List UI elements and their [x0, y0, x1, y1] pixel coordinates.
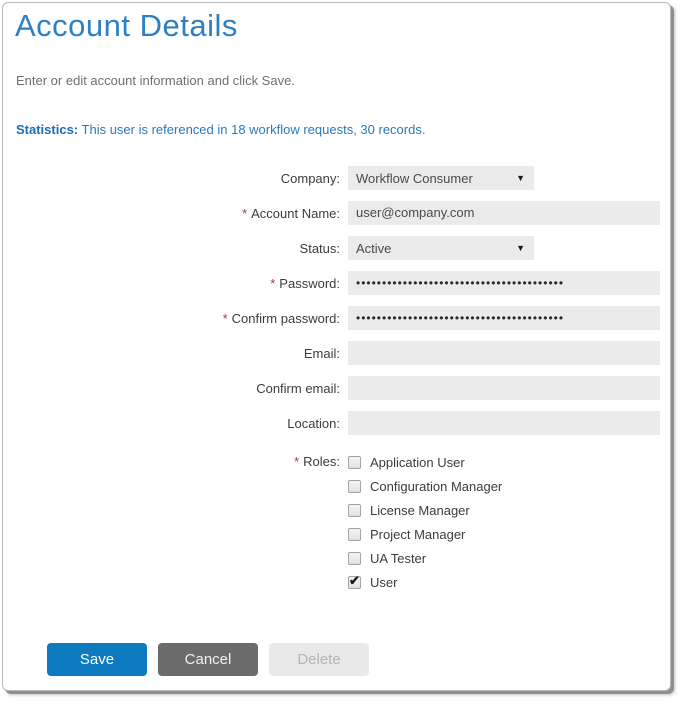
- form-row-roles: *Roles: ✔ Application User ✔ Configurati…: [3, 450, 670, 594]
- delete-button[interactable]: Delete: [269, 643, 369, 676]
- project-manager-checkbox[interactable]: ✔: [348, 528, 361, 541]
- form-row-location: Location:: [3, 411, 670, 435]
- confirm-password-label: *Confirm password:: [3, 311, 340, 326]
- company-select[interactable]: Workflow Consumer ▼: [348, 166, 534, 190]
- role-label: User: [370, 575, 397, 590]
- status-label: Status:: [3, 241, 340, 256]
- password-label: *Password:: [3, 276, 340, 291]
- roles-label: *Roles:: [3, 450, 340, 474]
- statistics-label: Statistics:: [16, 122, 78, 137]
- location-label: Location:: [3, 416, 340, 431]
- page-title: Account Details: [15, 8, 238, 44]
- dropdown-arrow-icon: ▼: [516, 243, 525, 253]
- form-row-password: *Password:: [3, 271, 670, 295]
- configuration-manager-checkbox[interactable]: ✔: [348, 480, 361, 493]
- role-label: Project Manager: [370, 527, 465, 542]
- confirm-email-label: Confirm email:: [3, 381, 340, 396]
- location-input[interactable]: [348, 411, 660, 435]
- roles-list: ✔ Application User ✔ Configuration Manag…: [348, 450, 502, 594]
- email-input[interactable]: [348, 341, 660, 365]
- status-select-value: Active: [356, 241, 391, 256]
- form-row-status: Status: Active ▼: [3, 236, 670, 260]
- dropdown-arrow-icon: ▼: [516, 173, 525, 183]
- user-checkbox[interactable]: ✔: [348, 576, 361, 589]
- form-row-confirm-email: Confirm email:: [3, 376, 670, 400]
- account-name-input[interactable]: [348, 201, 660, 225]
- page-subtitle: Enter or edit account information and cl…: [16, 73, 295, 88]
- ua-tester-checkbox[interactable]: ✔: [348, 552, 361, 565]
- role-label: Application User: [370, 455, 465, 470]
- form-row-confirm-password: *Confirm password:: [3, 306, 670, 330]
- company-select-value: Workflow Consumer: [356, 171, 473, 186]
- confirm-password-input[interactable]: [348, 306, 660, 330]
- status-select[interactable]: Active ▼: [348, 236, 534, 260]
- role-row-application-user: ✔ Application User: [348, 450, 502, 474]
- password-input[interactable]: [348, 271, 660, 295]
- application-user-checkbox[interactable]: ✔: [348, 456, 361, 469]
- required-mark: *: [223, 311, 228, 326]
- statistics-text: This user is referenced in 18 workflow r…: [82, 122, 426, 137]
- statistics-line: Statistics: This user is referenced in 1…: [16, 122, 425, 137]
- required-mark: *: [242, 206, 247, 221]
- button-bar: Save Cancel Delete: [47, 643, 380, 676]
- form-row-account-name: *Account Name:: [3, 201, 670, 225]
- role-label: Configuration Manager: [370, 479, 502, 494]
- company-label: Company:: [3, 171, 340, 186]
- account-details-panel: Account Details Enter or edit account in…: [2, 2, 671, 691]
- role-row-license-manager: ✔ License Manager: [348, 498, 502, 522]
- save-button[interactable]: Save: [47, 643, 147, 676]
- required-mark: *: [270, 276, 275, 291]
- license-manager-checkbox[interactable]: ✔: [348, 504, 361, 517]
- required-mark: *: [294, 454, 299, 469]
- checkmark-icon: ✔: [349, 573, 360, 589]
- account-name-label: *Account Name:: [3, 206, 340, 221]
- role-row-project-manager: ✔ Project Manager: [348, 522, 502, 546]
- confirm-email-input[interactable]: [348, 376, 660, 400]
- cancel-button[interactable]: Cancel: [158, 643, 258, 676]
- role-label: License Manager: [370, 503, 470, 518]
- role-row-user: ✔ User: [348, 570, 502, 594]
- role-label: UA Tester: [370, 551, 426, 566]
- form-row-company: Company: Workflow Consumer ▼: [3, 166, 670, 190]
- account-form: Company: Workflow Consumer ▼ *Account Na…: [3, 166, 670, 594]
- role-row-configuration-manager: ✔ Configuration Manager: [348, 474, 502, 498]
- role-row-ua-tester: ✔ UA Tester: [348, 546, 502, 570]
- form-row-email: Email:: [3, 341, 670, 365]
- email-label: Email:: [3, 346, 340, 361]
